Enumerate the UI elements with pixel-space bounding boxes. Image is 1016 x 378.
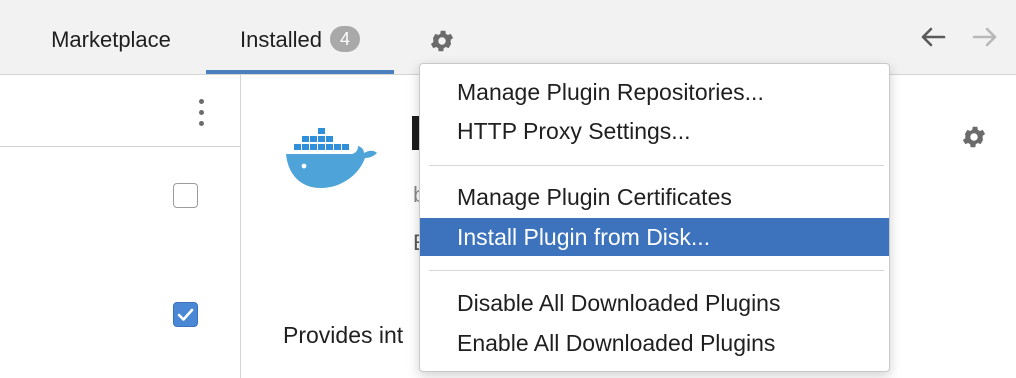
kebab-menu-icon[interactable] bbox=[196, 99, 206, 129]
checkmark-icon bbox=[177, 308, 194, 321]
menu-separator bbox=[429, 270, 884, 271]
menu-separator bbox=[429, 165, 884, 166]
gear-icon[interactable] bbox=[428, 27, 456, 55]
active-tab-indicator bbox=[206, 70, 394, 74]
plugin-settings-menu: Manage Plugin Repositories... HTTP Proxy… bbox=[419, 63, 890, 372]
menu-item-enable-downloaded[interactable]: Enable All Downloaded Plugins bbox=[420, 324, 889, 362]
arrow-right-icon bbox=[970, 22, 1000, 58]
tab-installed[interactable]: Installed 4 bbox=[206, 0, 394, 74]
installed-count-badge: 4 bbox=[329, 26, 360, 53]
plugin-description: Provides int bbox=[283, 322, 404, 348]
plugin-list-panel bbox=[0, 75, 241, 378]
tab-marketplace[interactable]: Marketplace bbox=[22, 0, 200, 74]
plugin-enable-checkbox-checked[interactable] bbox=[173, 302, 198, 327]
menu-item-manage-repositories[interactable]: Manage Plugin Repositories... bbox=[420, 73, 889, 111]
list-divider bbox=[0, 146, 240, 147]
menu-item-manage-certificates[interactable]: Manage Plugin Certificates bbox=[420, 178, 889, 216]
arrow-left-icon[interactable] bbox=[918, 22, 948, 58]
gear-icon[interactable] bbox=[960, 123, 988, 151]
tab-marketplace-label: Marketplace bbox=[51, 27, 171, 52]
menu-item-install-from-disk[interactable]: Install Plugin from Disk... bbox=[420, 218, 889, 256]
plugin-enable-checkbox[interactable] bbox=[173, 183, 198, 208]
menu-item-http-proxy-settings[interactable]: HTTP Proxy Settings... bbox=[420, 112, 889, 150]
menu-item-disable-downloaded[interactable]: Disable All Downloaded Plugins bbox=[420, 284, 889, 322]
docker-whale-icon bbox=[286, 128, 377, 188]
tab-installed-label: Installed bbox=[240, 27, 322, 52]
